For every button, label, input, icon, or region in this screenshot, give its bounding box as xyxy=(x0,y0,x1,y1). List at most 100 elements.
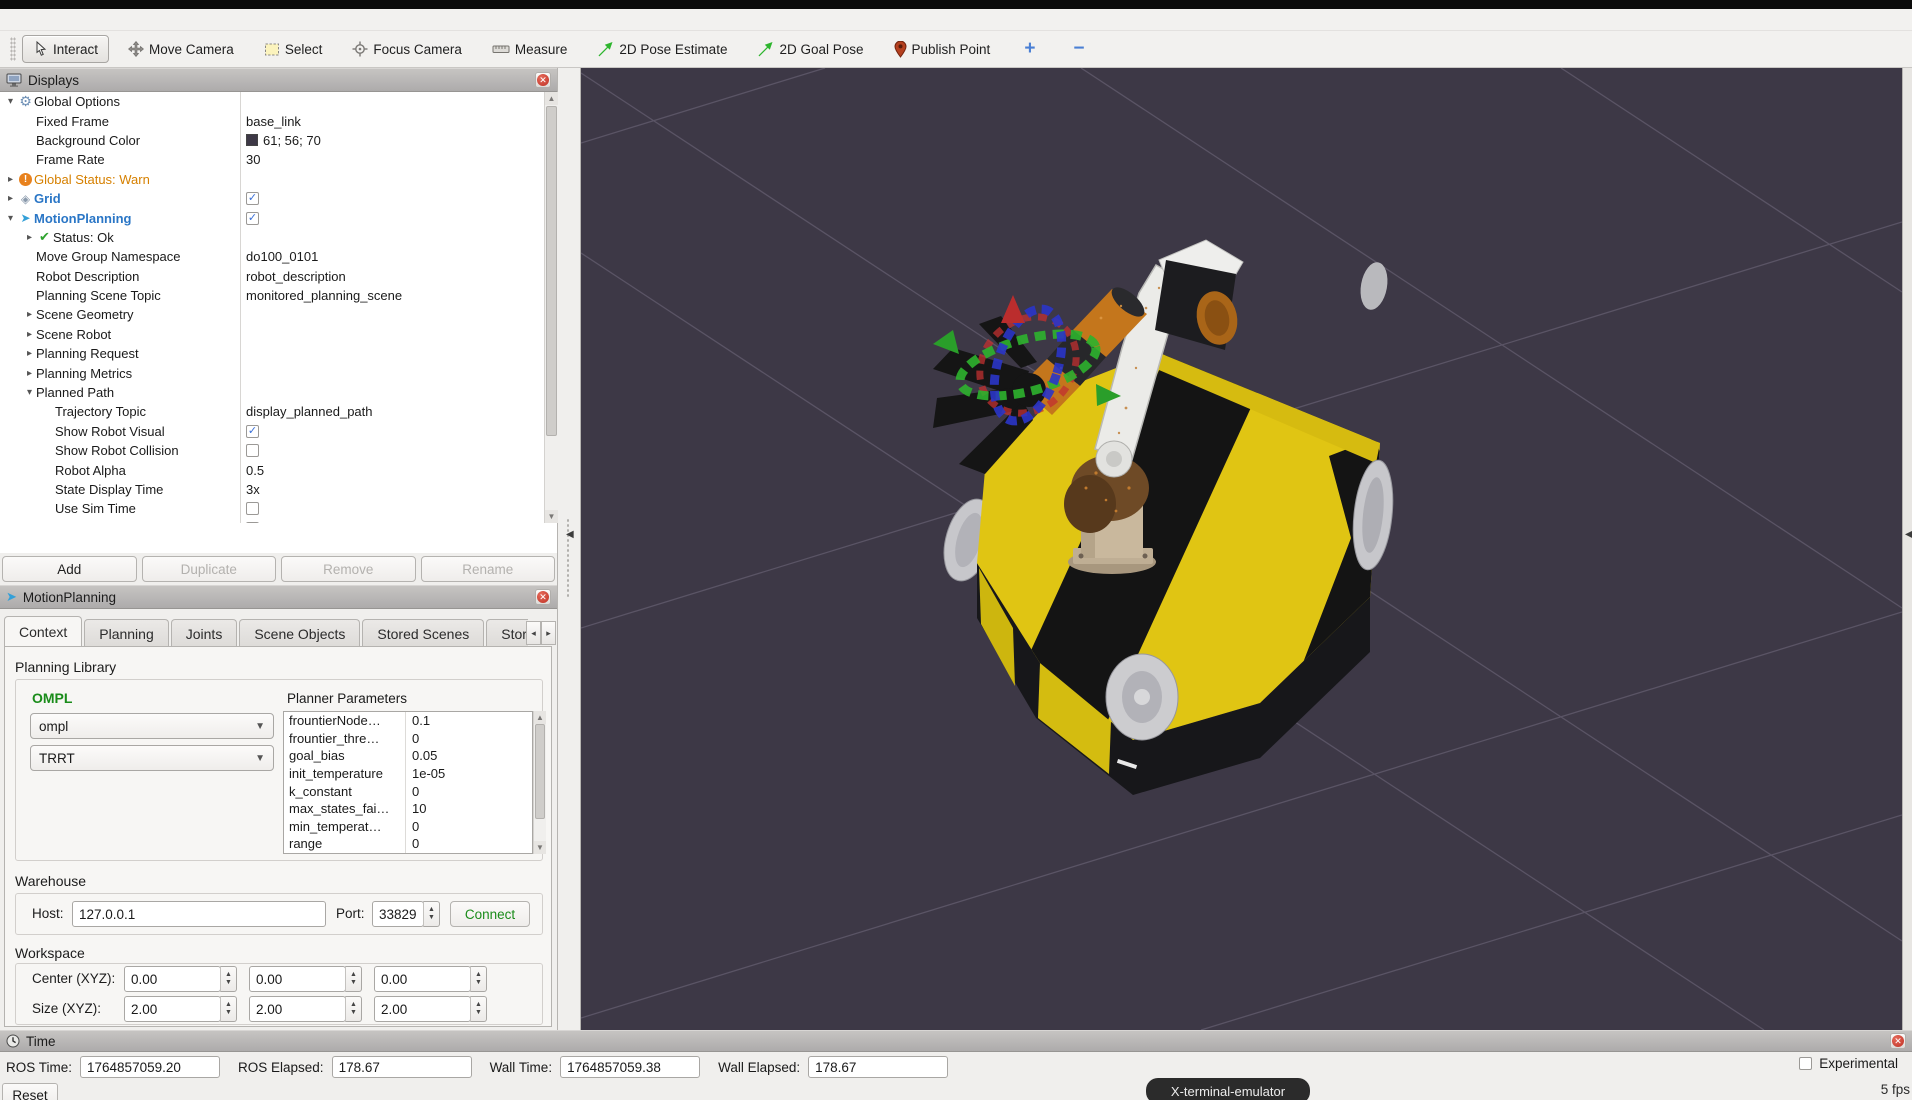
tree-row-show-robot-visual[interactable]: Show Robot Visual✓ xyxy=(0,422,544,441)
tree-value[interactable]: 3x xyxy=(246,482,260,497)
toolbar-button-interact[interactable]: Interact xyxy=(22,35,109,63)
tree-row-move-group-namespace[interactable]: Move Group Namespacedo100_0101 xyxy=(0,247,544,266)
zoom-in-button[interactable]: + xyxy=(1009,35,1050,63)
experimental-checkbox[interactable] xyxy=(1799,1057,1812,1070)
tab-stored-scenes[interactable]: Stored Scenes xyxy=(362,619,484,647)
tree-row-fixed-frame[interactable]: Fixed Framebase_link xyxy=(0,111,544,130)
size-y-input[interactable]: 2.00 xyxy=(249,996,346,1022)
tree-value[interactable]: do100_0101 xyxy=(246,249,318,264)
add-button[interactable]: Add xyxy=(2,556,137,582)
tree-row-planning-request[interactable]: ▸Planning Request xyxy=(0,344,544,363)
tab-scroll-right-icon[interactable]: ▸ xyxy=(541,621,556,645)
toolbar-button-focus-camera[interactable]: Focus Camera xyxy=(341,35,473,63)
tree-row-motionplanning[interactable]: ▾➤MotionPlanning✓ xyxy=(0,208,544,227)
center-z-input[interactable]: 0.00 xyxy=(374,966,471,992)
wall-time-input[interactable]: 1764857059.38 xyxy=(560,1056,700,1078)
tree-value[interactable]: 61; 56; 70 xyxy=(246,133,321,148)
tree-row-use-sim-time[interactable]: Use Sim Time xyxy=(0,499,544,518)
duplicate-button[interactable]: Duplicate xyxy=(142,556,277,582)
planner-parameters-table[interactable]: frountierNode…0.1frountier_thre…0goal_bi… xyxy=(283,711,533,854)
ros-elapsed-input[interactable]: 178.67 xyxy=(332,1056,472,1078)
center-y-input[interactable]: 0.00 xyxy=(249,966,346,992)
toolbar-button-move-camera[interactable]: Move Camera xyxy=(117,35,245,63)
tree-value[interactable]: 0.5 xyxy=(246,463,264,478)
time-close-button[interactable]: ✕ xyxy=(1890,1033,1906,1049)
right-dock-strip[interactable]: ◀ xyxy=(1902,68,1912,1030)
param-row-min-temperat[interactable]: min_temperat…0 xyxy=(284,818,532,836)
tree-row-frame-rate[interactable]: Frame Rate30 xyxy=(0,150,544,169)
tree-value[interactable] xyxy=(246,522,259,523)
terminal-taskbar-item[interactable]: X-terminal-emulator xyxy=(1146,1078,1310,1100)
toolbar-button-publish-point[interactable]: Publish Point xyxy=(883,35,1002,63)
param-row-frountier-thre[interactable]: frountier_thre…0 xyxy=(284,730,532,748)
experimental-option[interactable]: Experimental xyxy=(1799,1056,1898,1071)
tree-value[interactable]: robot_description xyxy=(246,269,346,284)
toolbar-button-2d-pose-estimate[interactable]: 2D Pose Estimate xyxy=(586,35,738,63)
checkbox-unchecked[interactable] xyxy=(246,502,259,515)
param-row-range[interactable]: range0 xyxy=(284,835,532,853)
tree-row-planned-path[interactable]: ▾Planned Path xyxy=(0,383,544,402)
library-combo[interactable]: ompl ▼ xyxy=(30,713,274,739)
expander-right-icon[interactable]: ▸ xyxy=(4,174,17,185)
checkbox-checked[interactable]: ✓ xyxy=(246,192,259,205)
tree-row-scene-robot[interactable]: ▸Scene Robot xyxy=(0,325,544,344)
connect-button[interactable]: Connect xyxy=(450,901,530,927)
port-stepper[interactable]: ▲▼ xyxy=(423,901,440,927)
expander-right-icon[interactable]: ▸ xyxy=(4,193,17,204)
center-y-stepper[interactable]: ▲▼ xyxy=(345,966,362,992)
checkbox-unchecked[interactable] xyxy=(246,522,259,523)
tree-value[interactable]: ✓ xyxy=(246,425,259,438)
tree-row-background-color[interactable]: Background Color61; 56; 70 xyxy=(0,131,544,150)
tab-context[interactable]: Context xyxy=(4,616,82,647)
tree-value[interactable]: 30 xyxy=(246,152,260,167)
expander-right-icon[interactable]: ▸ xyxy=(23,348,36,359)
ros-time-input[interactable]: 1764857059.20 xyxy=(80,1056,220,1078)
param-row-max-states-fai[interactable]: max_states_fai…10 xyxy=(284,800,532,818)
tree-value[interactable]: display_planned_path xyxy=(246,404,373,419)
expander-right-icon[interactable]: ▸ xyxy=(23,232,36,243)
tree-value[interactable]: ✓ xyxy=(246,192,259,205)
host-input[interactable]: 127.0.0.1 xyxy=(72,901,326,927)
tree-value[interactable]: ✓ xyxy=(246,212,259,225)
toolbar-drag-handle[interactable] xyxy=(10,37,16,61)
wall-elapsed-input[interactable]: 178.67 xyxy=(808,1056,948,1078)
port-input[interactable]: 33829 xyxy=(372,901,424,927)
tree-value[interactable]: monitored_planning_scene xyxy=(246,288,402,303)
size-z-stepper[interactable]: ▲▼ xyxy=(470,996,487,1022)
center-x-stepper[interactable]: ▲▼ xyxy=(220,966,237,992)
scrollbar-thumb[interactable] xyxy=(535,724,545,819)
expander-down-icon[interactable]: ▾ xyxy=(23,387,36,398)
toolbar-button-measure[interactable]: Measure xyxy=(481,35,579,63)
scrollbar-thumb[interactable] xyxy=(546,106,557,436)
tree-row-global-options[interactable]: ▾⚙Global Options xyxy=(0,92,544,111)
param-row-k-constant[interactable]: k_constant0 xyxy=(284,782,532,800)
expander-down-icon[interactable]: ▾ xyxy=(4,96,17,107)
tree-row-grid[interactable]: ▸◈Grid✓ xyxy=(0,189,544,208)
tree-row-global-status-warn[interactable]: ▸!Global Status: Warn xyxy=(0,170,544,189)
tree-row-show-robot-collision[interactable]: Show Robot Collision xyxy=(0,441,544,460)
panel-splitter[interactable]: ◀ xyxy=(558,68,581,1030)
center-z-stepper[interactable]: ▲▼ xyxy=(470,966,487,992)
expander-right-icon[interactable]: ▸ xyxy=(23,329,36,340)
tab-joints[interactable]: Joints xyxy=(171,619,238,647)
zoom-out-button[interactable]: − xyxy=(1058,35,1099,63)
toolbar-button-2d-goal-pose[interactable]: 2D Goal Pose xyxy=(746,35,874,63)
param-row-goal-bias[interactable]: goal_bias0.05 xyxy=(284,747,532,765)
scroll-up-icon[interactable]: ▲ xyxy=(534,711,546,724)
tree-row-loop-animation[interactable]: Loop Animation xyxy=(0,519,544,523)
tree-row-status-ok[interactable]: ▸✔Status: Ok xyxy=(0,228,544,247)
size-z-input[interactable]: 2.00 xyxy=(374,996,471,1022)
motionplanning-panel-header[interactable]: ➤ MotionPlanning ✕ xyxy=(0,585,557,609)
checkbox-checked[interactable]: ✓ xyxy=(246,212,259,225)
param-row-temp-change[interactable]: temp_change…2 xyxy=(284,853,532,854)
tree-row-robot-description[interactable]: Robot Descriptionrobot_description xyxy=(0,267,544,286)
time-panel-header[interactable]: Time ✕ xyxy=(0,1030,1912,1052)
tab-planning[interactable]: Planning xyxy=(84,619,169,647)
tab-stor[interactable]: Stor xyxy=(486,619,528,647)
scroll-up-icon[interactable]: ▲ xyxy=(545,92,558,105)
3d-viewport[interactable] xyxy=(581,68,1902,1030)
scroll-down-icon[interactable]: ▼ xyxy=(534,841,546,854)
displays-panel-header[interactable]: Displays ✕ xyxy=(0,68,557,92)
size-y-stepper[interactable]: ▲▼ xyxy=(345,996,362,1022)
reset-button[interactable]: Reset xyxy=(2,1083,58,1100)
